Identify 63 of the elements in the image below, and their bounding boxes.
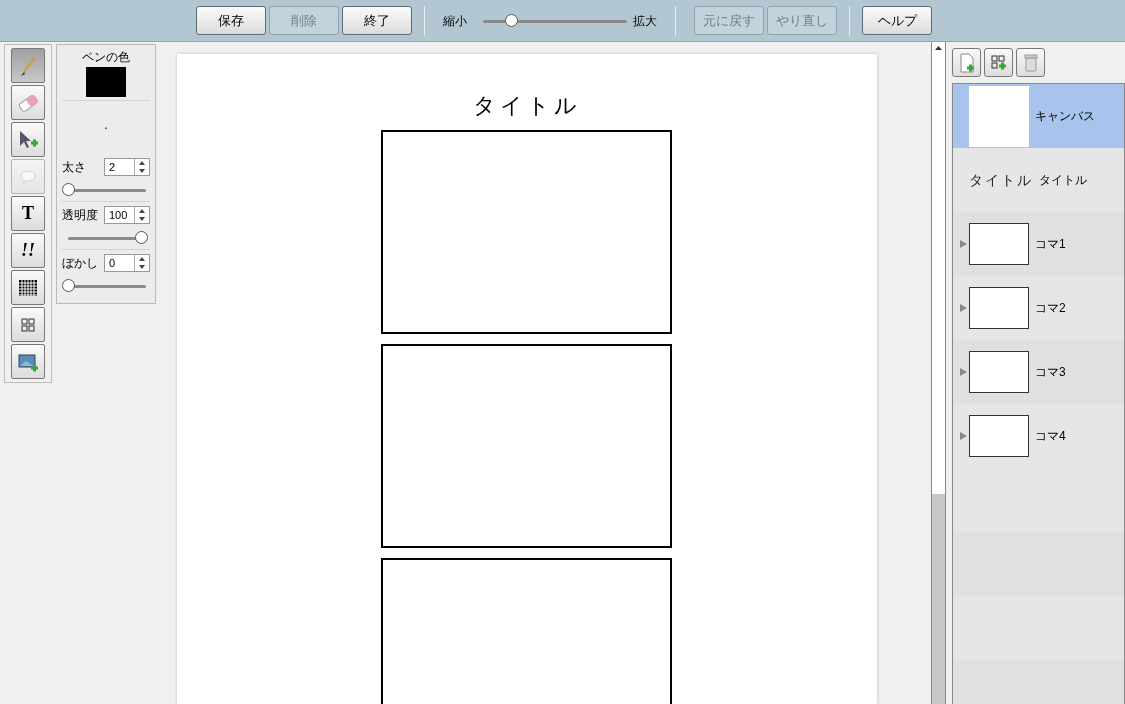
scrollbar[interactable]	[931, 42, 946, 704]
tool-button[interactable]: T	[11, 196, 45, 231]
page-title[interactable]: タイトル	[472, 89, 581, 122]
add-button[interactable]	[952, 48, 981, 77]
pen-color-label: ペンの色	[82, 50, 130, 64]
comic-panel[interactable]	[381, 344, 672, 548]
tool-button[interactable]: !!	[11, 233, 45, 268]
tool-button[interactable]	[11, 270, 45, 305]
expand-arrow-icon[interactable]	[959, 240, 967, 248]
number-spinner[interactable]: 0	[104, 254, 150, 272]
text-preview: タイトル	[969, 170, 1033, 190]
comic-panel[interactable]	[381, 558, 672, 704]
layer-item[interactable]: タイトル タイトル	[953, 148, 1124, 212]
setting-label: 透明度	[62, 208, 99, 222]
expand-arrow-icon[interactable]	[959, 368, 967, 376]
delete-button[interactable]	[1016, 48, 1045, 77]
layer-item[interactable]: コマ2	[953, 276, 1124, 340]
layer-label: コマ2	[1035, 301, 1066, 315]
spinner-value: 100	[108, 208, 129, 223]
setting-slider[interactable]	[62, 279, 148, 293]
setting-slider[interactable]	[62, 183, 148, 197]
add-button[interactable]	[984, 48, 1013, 77]
spinner-value: 0	[108, 256, 117, 271]
scroll-thumb[interactable]	[932, 54, 945, 494]
spinner-value: 2	[108, 160, 117, 175]
comic-panel[interactable]	[381, 130, 672, 334]
layer-item[interactable]: キャンバス	[953, 84, 1124, 148]
scroll-up-icon[interactable]	[932, 42, 945, 54]
toolbar-button[interactable]: 終了	[342, 6, 412, 35]
panel-thumbnail	[969, 287, 1029, 329]
expand-arrow-icon[interactable]	[959, 304, 967, 312]
tool-button[interactable]	[11, 122, 45, 157]
setting-label: 太さ	[62, 160, 87, 174]
add-page-icon	[957, 52, 976, 73]
layer-label: コマ4	[1035, 429, 1066, 443]
trash-icon	[1021, 52, 1040, 73]
add-panels-icon	[989, 52, 1008, 73]
slider-thumb[interactable]	[62, 279, 75, 292]
help-button[interactable]: ヘルプ	[862, 6, 932, 35]
setting-label: ぼかし	[62, 256, 99, 270]
slider-thumb[interactable]	[62, 183, 75, 196]
slider-thumb[interactable]	[504, 13, 518, 27]
canvas-thumbnail	[969, 85, 1029, 147]
layer-item[interactable]: コマ1	[953, 212, 1124, 276]
panel-thumbnail	[969, 223, 1029, 265]
slider-thumb[interactable]	[135, 231, 148, 244]
pen-color-swatch[interactable]	[86, 67, 126, 97]
toolbar-button[interactable]: 保存	[196, 6, 266, 35]
number-spinner[interactable]: 2	[104, 158, 150, 176]
zoom-out-label: 縮小	[443, 12, 467, 30]
pen-preview: .	[104, 117, 108, 134]
layer-label: コマ3	[1035, 365, 1066, 379]
layer-item[interactable]: コマ4	[953, 404, 1124, 468]
layer-label: キャンバス	[1035, 109, 1095, 123]
panel-thumbnail	[969, 351, 1029, 393]
expand-arrow-icon[interactable]	[959, 432, 967, 440]
layer-label: タイトル	[1039, 173, 1087, 187]
pointer-add-icon	[17, 128, 39, 151]
number-spinner[interactable]: 100	[104, 206, 150, 224]
panel-thumbnail	[969, 415, 1029, 457]
zoom-in-label: 拡大	[633, 12, 657, 30]
layer-label: コマ1	[1035, 237, 1066, 251]
layer-item[interactable]: コマ3	[953, 340, 1124, 404]
